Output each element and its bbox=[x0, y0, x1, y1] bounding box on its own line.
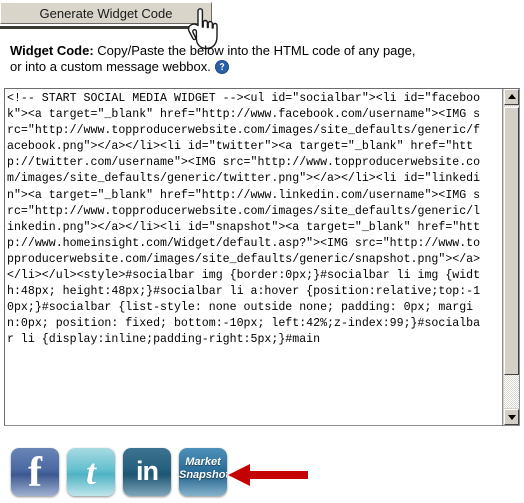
red-left-arrow-annotation bbox=[224, 462, 310, 488]
linkedin-icon[interactable]: in bbox=[123, 448, 171, 496]
widget-code-desc-line1: Copy/Paste the below into the HTML code … bbox=[93, 43, 416, 58]
scroll-down-arrow-glyph bbox=[507, 415, 516, 420]
widget-code-textarea-container[interactable] bbox=[4, 88, 520, 426]
widget-code-label: Widget Code: bbox=[10, 43, 94, 58]
scroll-up-arrow-icon[interactable] bbox=[504, 89, 519, 105]
widget-code-desc-line2: or into a custom message webbox. bbox=[10, 59, 211, 74]
market-snapshot-label: Market Snapshot bbox=[179, 456, 227, 482]
scrollbar-thumb[interactable] bbox=[504, 107, 519, 375]
widget-code-textarea[interactable] bbox=[7, 91, 485, 423]
widget-code-description: Widget Code: Copy/Paste the below into t… bbox=[10, 43, 515, 75]
market-snapshot-line1: Market bbox=[185, 456, 221, 468]
scroll-up-arrow-glyph bbox=[507, 94, 516, 99]
scroll-down-arrow-icon[interactable] bbox=[504, 409, 519, 425]
twitter-icon[interactable]: t bbox=[67, 448, 115, 496]
generate-widget-code-button[interactable]: Generate Widget Code bbox=[0, 2, 212, 24]
twitter-glyph: t bbox=[85, 452, 96, 492]
market-snapshot-line2: Snapshot bbox=[179, 469, 227, 481]
market-snapshot-icon[interactable]: Market Snapshot bbox=[179, 448, 227, 496]
facebook-icon[interactable]: f bbox=[11, 448, 59, 496]
generate-widget-code-button-area: Generate Widget Code bbox=[0, 2, 214, 29]
linkedin-glyph: in bbox=[136, 456, 159, 486]
textarea-vertical-scrollbar[interactable] bbox=[502, 89, 519, 425]
help-question-icon[interactable] bbox=[214, 60, 229, 74]
facebook-glyph: f bbox=[28, 450, 42, 496]
button-bottom-shadow bbox=[0, 26, 213, 29]
